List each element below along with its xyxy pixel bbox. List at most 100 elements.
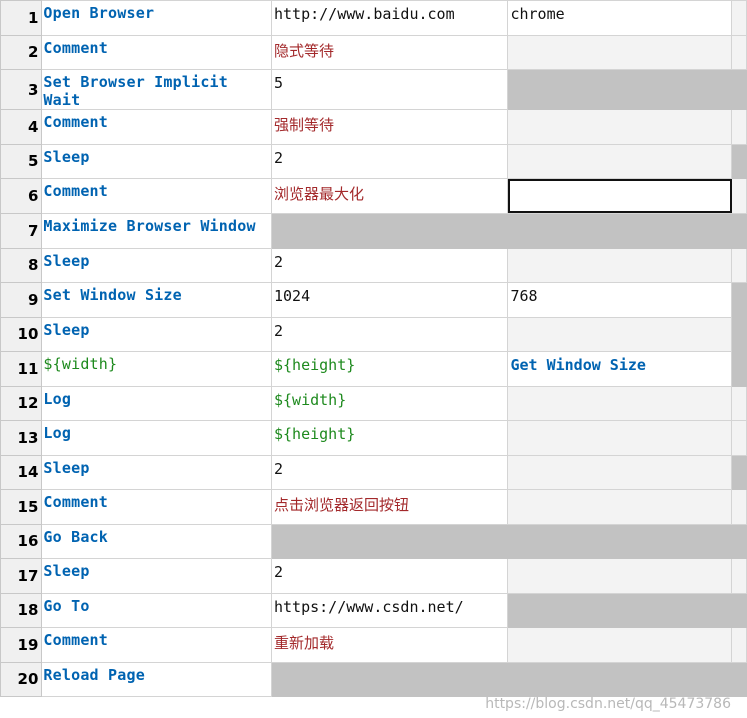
- variable-cell[interactable]: ${width}: [270, 385, 509, 421]
- argument-cell[interactable]: [731, 34, 747, 70]
- keyword-cell[interactable]: Go Back: [41, 523, 272, 559]
- watermark: https://blog.csdn.net/qq_45473786: [485, 696, 731, 712]
- table-row: 20 Reload Page: [0, 661, 747, 697]
- argument-cell[interactable]: [731, 247, 747, 283]
- comment-cell[interactable]: 隐式等待: [270, 34, 509, 70]
- disabled-cell: [270, 661, 509, 697]
- argument-cell[interactable]: [507, 109, 733, 145]
- disabled-cell: [507, 592, 733, 628]
- keyword-cell[interactable]: Comment: [41, 34, 272, 70]
- keyword-cell[interactable]: Get Window Size: [507, 351, 733, 387]
- row-number[interactable]: 8: [0, 247, 43, 283]
- table-row: 13 Log ${height}: [0, 420, 747, 456]
- row-number[interactable]: 18: [0, 592, 43, 628]
- row-number[interactable]: 3: [0, 69, 43, 110]
- argument-cell[interactable]: 2: [270, 143, 509, 179]
- keyword-cell[interactable]: Go To: [41, 592, 272, 628]
- row-number[interactable]: 1: [0, 0, 43, 36]
- row-number[interactable]: 19: [0, 627, 43, 663]
- table-row: 6 Comment 浏览器最大化: [0, 178, 747, 214]
- row-number[interactable]: 14: [0, 454, 43, 490]
- argument-cell[interactable]: chrome: [507, 0, 733, 36]
- keyword-cell[interactable]: Sleep: [41, 247, 272, 283]
- variable-cell[interactable]: ${height}: [270, 351, 509, 387]
- keyword-cell[interactable]: Comment: [41, 109, 272, 145]
- keyword-cell[interactable]: Reload Page: [41, 661, 272, 697]
- row-number[interactable]: 6: [0, 178, 43, 214]
- selected-cell[interactable]: [507, 178, 733, 214]
- keyword-cell[interactable]: Sleep: [41, 558, 272, 594]
- comment-cell[interactable]: 重新加载: [270, 627, 509, 663]
- disabled-cell: [731, 282, 747, 318]
- argument-cell[interactable]: [731, 558, 747, 594]
- row-number[interactable]: 2: [0, 34, 43, 70]
- argument-cell[interactable]: [507, 385, 733, 421]
- argument-cell[interactable]: [507, 34, 733, 70]
- keyword-cell[interactable]: Comment: [41, 489, 272, 525]
- table-row: 15 Comment 点击浏览器返回按钮: [0, 489, 747, 525]
- keyword-cell[interactable]: Sleep: [41, 454, 272, 490]
- argument-cell[interactable]: 2: [270, 247, 509, 283]
- keyword-cell[interactable]: Sleep: [41, 316, 272, 352]
- row-number[interactable]: 15: [0, 489, 43, 525]
- argument-cell[interactable]: 2: [270, 316, 509, 352]
- argument-cell[interactable]: [731, 420, 747, 456]
- argument-cell[interactable]: [731, 178, 747, 214]
- argument-cell[interactable]: 1024: [270, 282, 509, 318]
- keyword-cell[interactable]: Sleep: [41, 143, 272, 179]
- variable-cell[interactable]: ${height}: [270, 420, 509, 456]
- table-row: 9 Set Window Size 1024 768: [0, 282, 747, 318]
- disabled-cell: [731, 316, 747, 352]
- argument-cell[interactable]: https://www.csdn.net/: [270, 592, 509, 628]
- row-number[interactable]: 12: [0, 385, 43, 421]
- table-row: 11 ${width} ${height} Get Window Size: [0, 351, 747, 387]
- argument-cell[interactable]: 5: [270, 69, 509, 110]
- argument-cell[interactable]: [507, 420, 733, 456]
- keyword-cell[interactable]: Open Browser: [41, 0, 272, 36]
- table-row: 8 Sleep 2: [0, 247, 747, 283]
- row-number[interactable]: 9: [0, 282, 43, 318]
- row-number[interactable]: 20: [0, 661, 43, 697]
- keyword-cell[interactable]: Log: [41, 385, 272, 421]
- variable-cell[interactable]: ${width}: [41, 351, 272, 387]
- argument-cell[interactable]: [731, 109, 747, 145]
- argument-cell[interactable]: [731, 627, 747, 663]
- comment-cell[interactable]: 浏览器最大化: [270, 178, 509, 214]
- row-number[interactable]: 13: [0, 420, 43, 456]
- disabled-cell: [507, 212, 733, 249]
- keyword-cell[interactable]: Set Window Size: [41, 282, 272, 318]
- table-row: 3 Set Browser Implicit Wait 5: [0, 69, 747, 110]
- argument-cell[interactable]: 768: [507, 282, 733, 318]
- row-number[interactable]: 5: [0, 143, 43, 179]
- keyword-cell[interactable]: Set Browser Implicit Wait: [41, 69, 272, 110]
- table-row: 16 Go Back: [0, 523, 747, 559]
- row-number[interactable]: 11: [0, 351, 43, 387]
- row-number[interactable]: 17: [0, 558, 43, 594]
- keyword-cell[interactable]: Log: [41, 420, 272, 456]
- argument-cell[interactable]: [507, 143, 733, 179]
- argument-cell[interactable]: [507, 627, 733, 663]
- comment-cell[interactable]: 强制等待: [270, 109, 509, 145]
- argument-cell[interactable]: [731, 0, 747, 36]
- keyword-cell[interactable]: Comment: [41, 178, 272, 214]
- disabled-cell: [507, 523, 733, 559]
- disabled-cell: [731, 592, 747, 628]
- argument-cell[interactable]: [731, 385, 747, 421]
- row-number[interactable]: 7: [0, 212, 43, 249]
- row-number[interactable]: 4: [0, 109, 43, 145]
- row-number[interactable]: 10: [0, 316, 43, 352]
- table-row: 14 Sleep 2: [0, 454, 747, 490]
- row-number[interactable]: 16: [0, 523, 43, 559]
- argument-cell[interactable]: http://www.baidu.com: [270, 0, 509, 36]
- argument-cell[interactable]: [731, 489, 747, 525]
- keyword-cell[interactable]: Maximize Browser Window: [41, 212, 272, 249]
- comment-cell[interactable]: 点击浏览器返回按钮: [270, 489, 509, 525]
- argument-cell[interactable]: [507, 316, 733, 352]
- argument-cell[interactable]: [507, 454, 733, 490]
- argument-cell[interactable]: 2: [270, 454, 509, 490]
- argument-cell[interactable]: [507, 489, 733, 525]
- keyword-cell[interactable]: Comment: [41, 627, 272, 663]
- argument-cell[interactable]: [507, 247, 733, 283]
- argument-cell[interactable]: 2: [270, 558, 509, 594]
- argument-cell[interactable]: [507, 558, 733, 594]
